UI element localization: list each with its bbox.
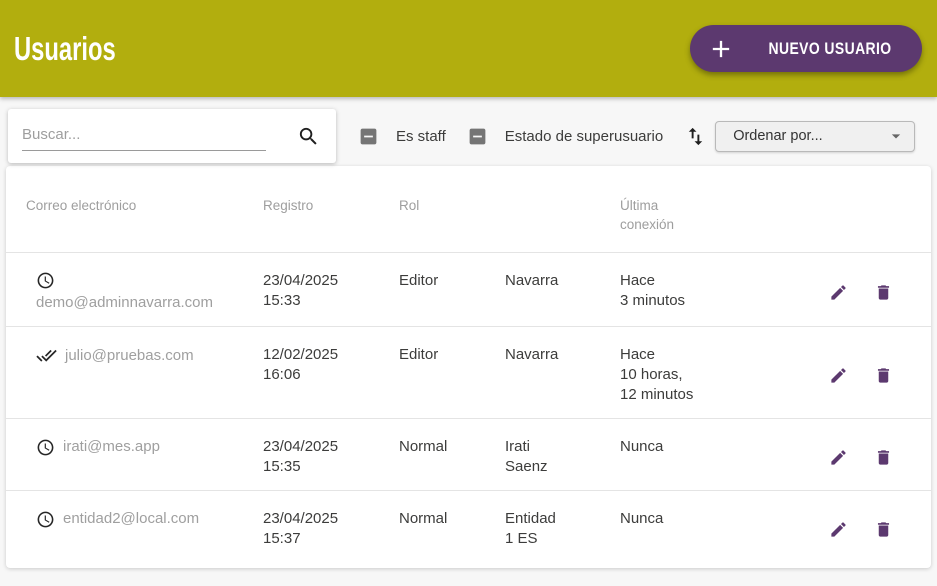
table-header-row: Correo electrónico Registro Rol Última c… [6,166,931,252]
delete-button[interactable] [874,283,893,302]
edit-button[interactable] [829,448,848,467]
entity-cell: Entidad 1 ES [505,509,620,549]
delete-button[interactable] [874,366,893,385]
email-cell: entidad2@local.com [6,509,263,529]
page-title: Usuarios [14,30,116,68]
swap-vertical-icon [684,125,707,148]
clock-icon [36,271,55,290]
registered-cell: 23/04/2025 15:37 [263,509,399,549]
email-cell: irati@mes.app [6,437,263,457]
email-cell: julio@pruebas.com [6,345,263,366]
search-input[interactable] [22,122,266,151]
search-icon[interactable] [297,125,320,148]
edit-button[interactable] [829,366,848,385]
users-table: Correo electrónico Registro Rol Última c… [6,166,931,568]
last-connection-cell: Hace 3 minutos [620,271,800,311]
role-cell: Normal [399,437,505,457]
email-cell: demo@adminnavarra.com [6,271,263,313]
clock-icon [36,438,55,457]
header-role: Rol [399,196,505,215]
row-actions [800,520,931,539]
superuser-checkbox[interactable]: Estado de superusuario [467,126,663,147]
last-connection-cell: Nunca [620,509,800,529]
user-email: irati@mes.app [63,437,160,457]
filter-bar: Es staff Estado de superusuario Ordenar … [0,109,937,163]
row-actions [800,448,931,467]
search-card [8,109,336,163]
superuser-checkbox-label: Estado de superusuario [505,128,663,145]
edit-button[interactable] [829,283,848,302]
role-cell: Editor [399,271,505,291]
sort-direction-button[interactable] [684,125,707,148]
indeterminate-checkbox-icon [467,126,488,147]
app-bar: Usuarios NUEVO USUARIO [0,0,937,97]
table-row: demo@adminnavarra.com 23/04/2025 15:33 E… [6,252,931,326]
table-row: irati@mes.app 23/04/2025 15:35 Normal Ir… [6,418,931,490]
staff-checkbox-label: Es staff [396,128,446,145]
table-row: entidad2@local.com 23/04/2025 15:37 Norm… [6,490,931,562]
edit-button[interactable] [829,520,848,539]
entity-cell: Navarra [505,271,620,291]
registered-cell: 23/04/2025 15:35 [263,437,399,477]
entity-cell: Navarra [505,345,620,365]
new-user-button-label: NUEVO USUARIO [768,39,891,59]
header-registered: Registro [263,196,399,215]
clock-icon [36,510,55,529]
last-connection-cell: Nunca [620,437,800,457]
user-email: entidad2@local.com [63,509,199,529]
double-check-icon [36,345,57,366]
last-connection-cell: Hace 10 horas, 12 minutos [620,345,800,405]
indeterminate-checkbox-icon [358,126,379,147]
entity-cell: Irati Saenz [505,437,620,477]
role-cell: Normal [399,509,505,529]
header-email: Correo electrónico [6,196,263,215]
staff-checkbox[interactable]: Es staff [358,126,446,147]
row-actions [800,366,931,385]
sort-by-select[interactable]: Ordenar por... [715,121,915,152]
user-email: demo@adminnavarra.com [36,293,213,313]
delete-button[interactable] [874,520,893,539]
delete-button[interactable] [874,448,893,467]
user-email: julio@pruebas.com [65,346,194,366]
chevron-down-icon [886,126,906,146]
sort-by-select-value: Ordenar por... [733,128,886,144]
new-user-button[interactable]: NUEVO USUARIO [690,25,922,72]
registered-cell: 23/04/2025 15:33 [263,271,399,311]
row-actions [800,283,931,302]
header-last-connection: Última conexión [620,196,800,234]
registered-cell: 12/02/2025 16:06 [263,345,399,385]
plus-icon [707,35,735,63]
role-cell: Editor [399,345,505,365]
table-row: julio@pruebas.com 12/02/2025 16:06 Edito… [6,326,931,418]
